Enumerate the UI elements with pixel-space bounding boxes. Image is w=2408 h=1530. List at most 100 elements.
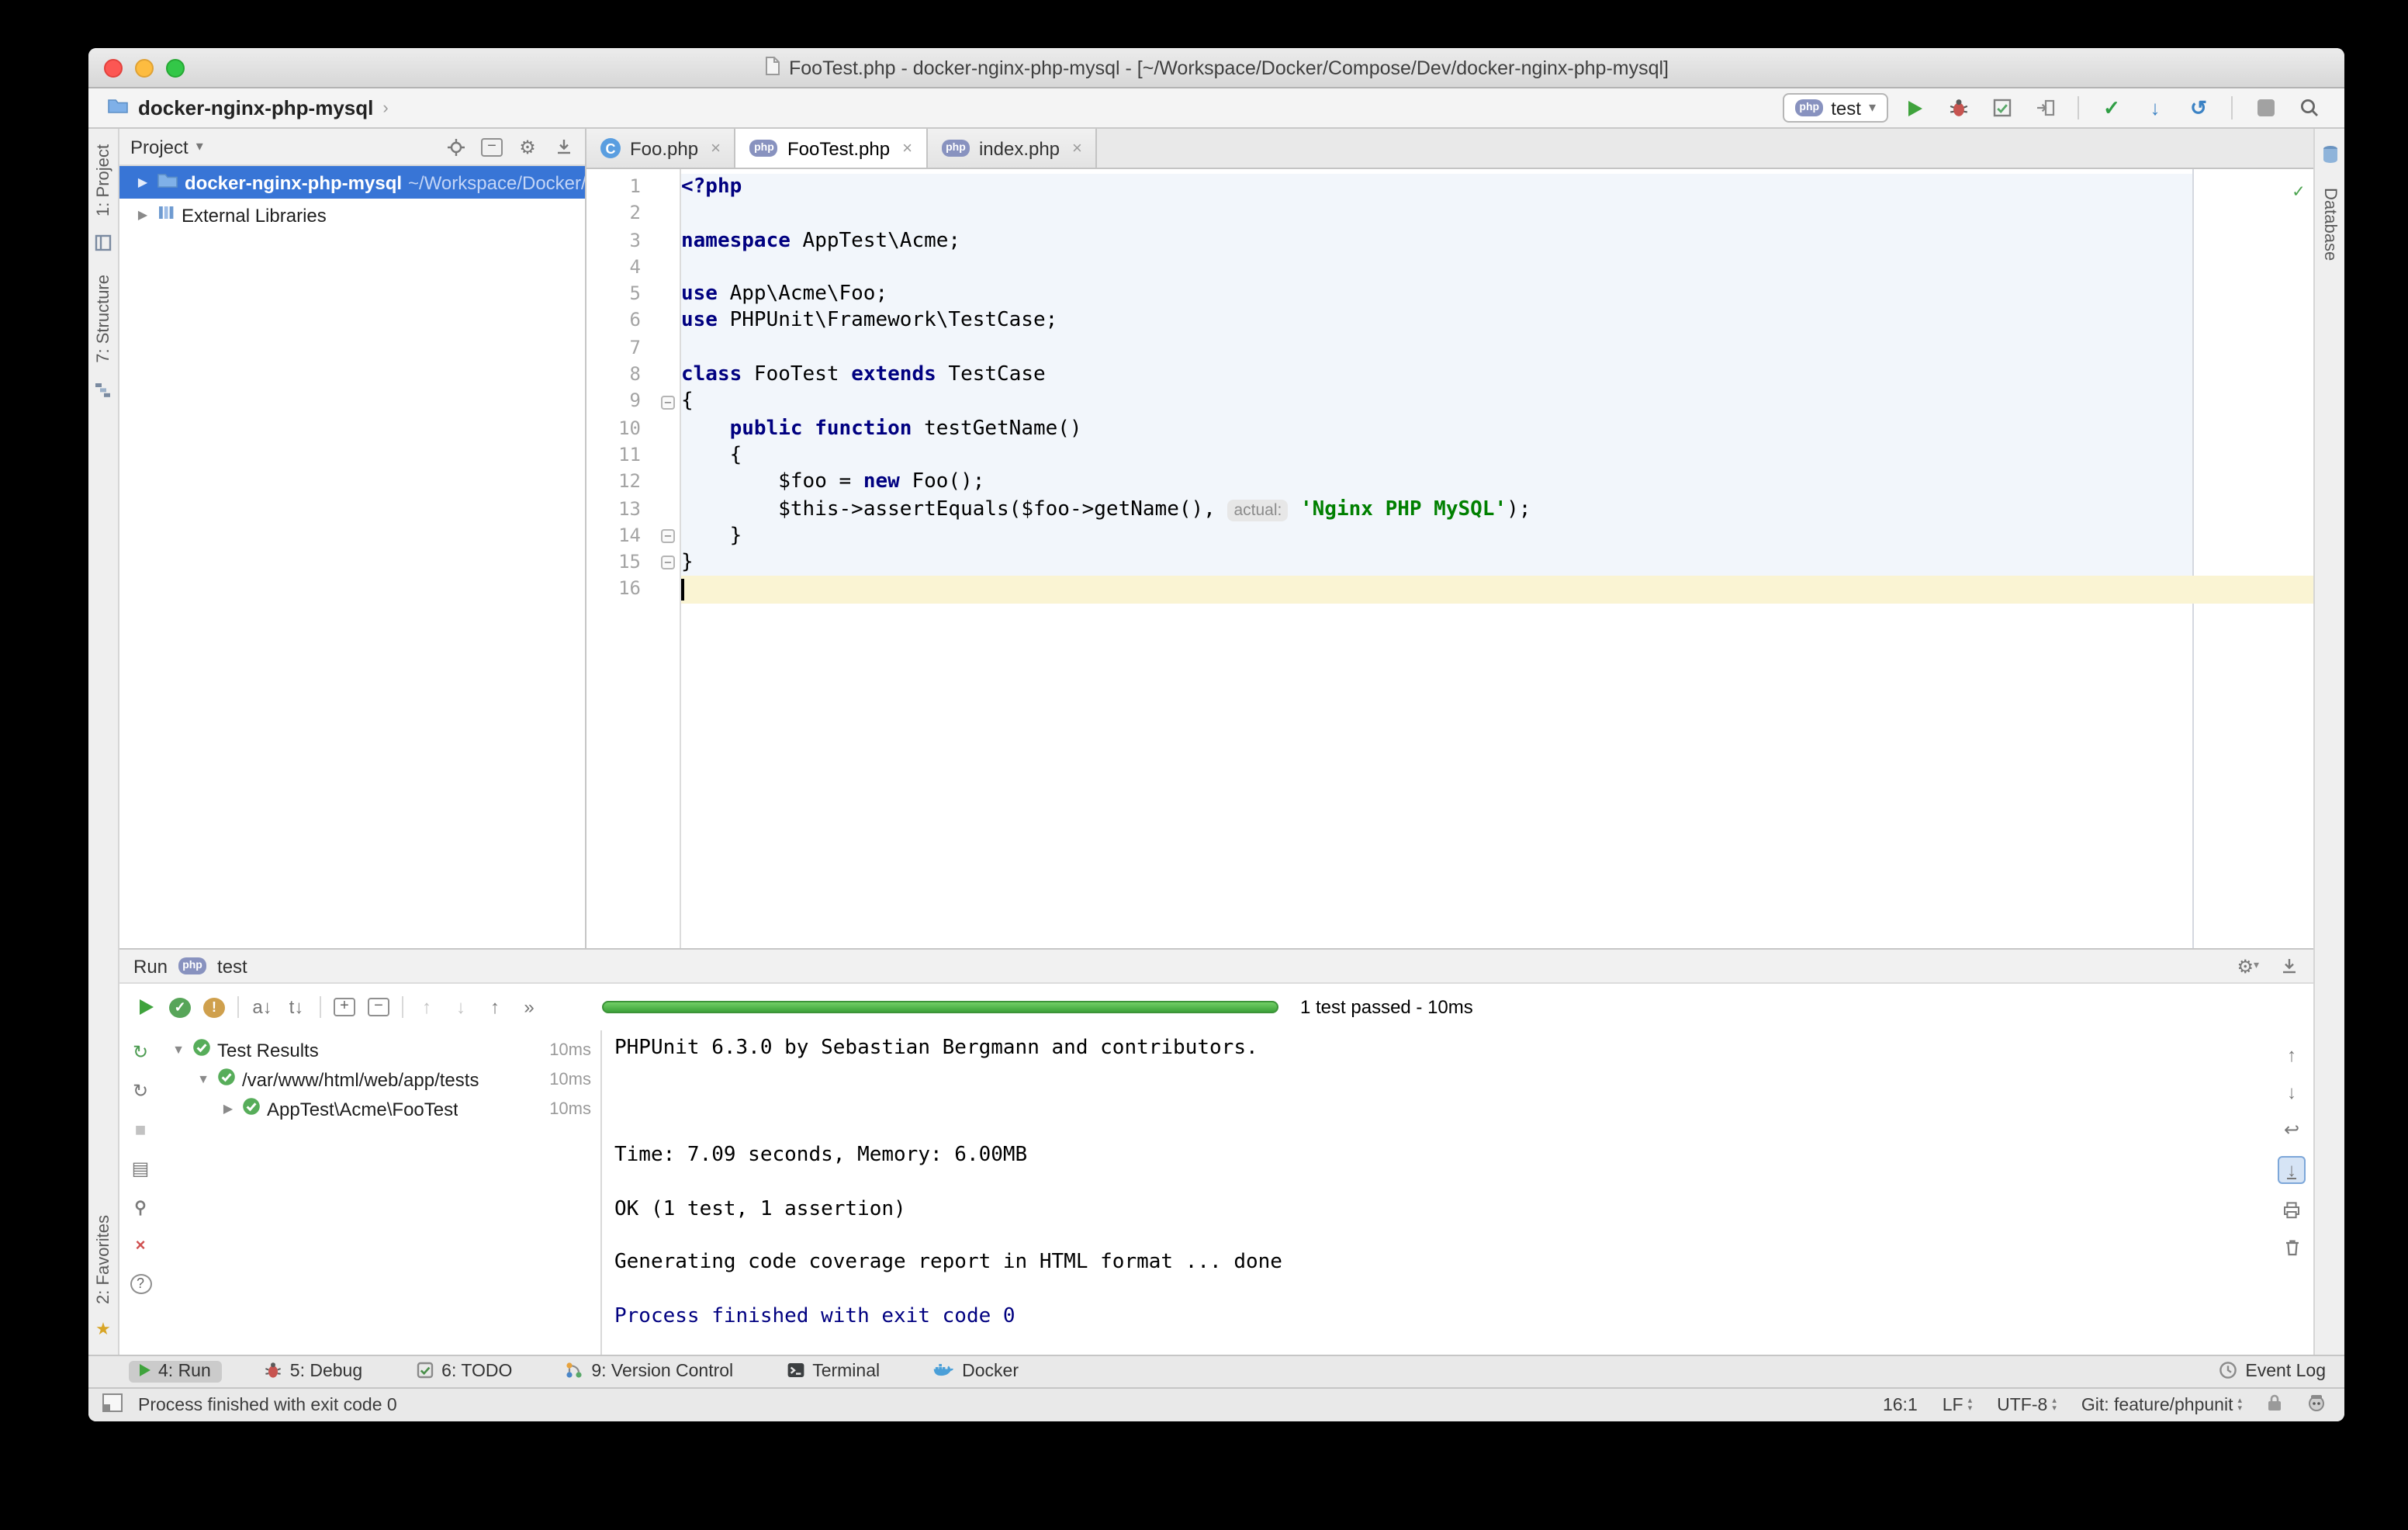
zoom-window-button[interactable]	[166, 58, 185, 77]
code-viewport[interactable]: <?phpnamespace AppTest\Acme;use App\Acme…	[681, 169, 2313, 948]
line-number[interactable]: 10	[586, 415, 656, 442]
expand-arrow-icon[interactable]: ▼	[195, 1072, 211, 1086]
debug-button[interactable]	[1941, 92, 1975, 123]
run-console[interactable]: PHPUnit 6.3.0 by Sebastian Bergmann and …	[602, 1030, 2270, 1355]
help-icon[interactable]: ?	[130, 1274, 151, 1294]
lock-icon[interactable]	[2267, 1393, 2282, 1417]
stop-icon[interactable]: ■	[130, 1119, 151, 1141]
vcs-update-button[interactable]: ↓	[2138, 92, 2172, 123]
fold-marker-icon[interactable]: −	[661, 529, 675, 543]
settings-gear-icon[interactable]: ⚙▾	[2237, 955, 2259, 977]
line-number[interactable]: 13	[586, 496, 656, 523]
inspection-status-icon[interactable]: ✓	[2293, 178, 2304, 206]
tool-window-button-database[interactable]: Database	[2320, 188, 2339, 261]
expand-arrow-icon[interactable]: ▶	[135, 208, 150, 222]
print-icon[interactable]	[2281, 1199, 2302, 1221]
tool-window-button-run[interactable]: 4: Run	[129, 1361, 222, 1383]
line-number[interactable]: 6	[586, 308, 656, 335]
line-number[interactable]: 5	[586, 281, 656, 308]
close-tab-icon[interactable]: ×	[902, 139, 912, 158]
show-ignored-icon[interactable]: !	[203, 997, 225, 1017]
line-number[interactable]: 15	[586, 549, 656, 576]
close-icon[interactable]: ×	[130, 1235, 151, 1257]
hide-panel-icon[interactable]	[2278, 955, 2299, 977]
line-number[interactable]: 1	[586, 174, 656, 201]
test-tree-row[interactable]: ▼/var/www/html/web/app/tests10ms	[161, 1064, 600, 1094]
next-failed-test-icon[interactable]: ↓	[450, 996, 472, 1018]
hide-panel-icon[interactable]	[552, 136, 574, 158]
fold-marker-icon[interactable]: −	[661, 395, 675, 409]
line-number[interactable]: 9	[586, 389, 656, 416]
line-separator-widget[interactable]: LF ▴▾	[1943, 1396, 1972, 1414]
rerun-tests-icon[interactable]	[135, 996, 157, 1018]
clear-console-icon[interactable]	[2281, 1237, 2302, 1258]
minimize-window-button[interactable]	[135, 58, 154, 77]
git-branch-widget[interactable]: Git: feature/phpunit ▴▾	[2081, 1396, 2242, 1414]
scroll-up-icon[interactable]: ↑	[2281, 1044, 2302, 1066]
expand-arrow-icon[interactable]: ▶	[135, 175, 150, 189]
rerun-icon[interactable]: ↻	[130, 1041, 151, 1063]
line-number[interactable]: 11	[586, 442, 656, 469]
expand-arrow-icon[interactable]: ▼	[171, 1043, 186, 1057]
more-icon[interactable]: »	[518, 996, 540, 1018]
settings-icon[interactable]: ⚙	[517, 136, 538, 158]
close-tab-icon[interactable]: ×	[1072, 139, 1082, 158]
pin-icon[interactable]	[130, 1196, 151, 1218]
collapse-all-icon[interactable]: −	[481, 137, 503, 156]
line-number[interactable]: 2	[586, 201, 656, 228]
tool-window-button-favorites[interactable]: 2: Favorites	[94, 1214, 112, 1303]
rerun-failed-icon[interactable]: ↻	[130, 1080, 151, 1102]
breadcrumb-project[interactable]: docker-nginx-php-mysql	[138, 96, 373, 119]
event-log-button[interactable]: Event Log	[2219, 1360, 2326, 1383]
soft-wrap-icon[interactable]: ↩	[2281, 1119, 2302, 1141]
sort-by-duration-icon[interactable]: t↓	[285, 996, 307, 1018]
editor-tab[interactable]: phpindex.php×	[928, 129, 1098, 168]
tool-window-button-docker[interactable]: Docker	[922, 1359, 1029, 1384]
breadcrumb[interactable]: docker-nginx-php-mysql ›	[107, 96, 389, 119]
tool-window-button-vcs[interactable]: 9: Version Control	[554, 1359, 744, 1385]
project-tree-row[interactable]: ▶External Libraries	[119, 199, 585, 231]
tool-window-button-debug[interactable]: 5: Debug	[253, 1359, 373, 1385]
tool-window-button-terminal[interactable]: Terminal	[775, 1359, 891, 1385]
line-number[interactable]: 14	[586, 523, 656, 550]
editor-tab[interactable]: CFoo.php×	[586, 129, 736, 168]
fold-marker-icon[interactable]: −	[661, 556, 675, 570]
test-tree-row[interactable]: ▼Test Results10ms	[161, 1035, 600, 1064]
scroll-to-end-icon[interactable]: ↓	[2278, 1156, 2306, 1184]
editor-tab[interactable]: phpFooTest.php×	[736, 129, 928, 168]
project-tree-row[interactable]: ▶docker-nginx-php-mysql ~/Workspace/Dock…	[119, 166, 585, 199]
tool-window-button-todo[interactable]: 6: TODO	[404, 1359, 523, 1385]
run-button[interactable]	[1898, 92, 1932, 123]
line-number[interactable]: 12	[586, 469, 656, 497]
collapse-all-icon[interactable]: −	[368, 998, 389, 1016]
tool-window-switcher-icon[interactable]	[102, 1393, 123, 1417]
chevron-down-icon[interactable]: ▾	[196, 138, 203, 155]
line-number[interactable]: 8	[586, 362, 656, 389]
run-configuration-select[interactable]: php test ▾	[1783, 93, 1888, 123]
line-number[interactable]: 7	[586, 335, 656, 362]
show-console-icon[interactable]: ▤	[130, 1158, 151, 1179]
caret-position-widget[interactable]: 16:1	[1883, 1396, 1918, 1414]
editor[interactable]: 123456789−1011121314−15−16 <?phpnamespac…	[586, 169, 2313, 948]
tool-window-button-structure[interactable]: 7: Structure	[94, 275, 112, 364]
test-history-icon[interactable]: ↑	[484, 996, 506, 1018]
line-number[interactable]: 3	[586, 227, 656, 254]
encoding-widget[interactable]: UTF-8 ▴▾	[1997, 1396, 2057, 1414]
tool-window-button-project[interactable]: 1: Project	[94, 144, 112, 216]
close-window-button[interactable]	[104, 58, 123, 77]
scroll-from-source-icon[interactable]	[445, 136, 467, 158]
expand-arrow-icon[interactable]: ▶	[220, 1102, 236, 1116]
attach-debugger-icon[interactable]	[2028, 92, 2062, 123]
search-everywhere-icon[interactable]	[2292, 92, 2326, 123]
scroll-down-icon[interactable]: ↓	[2281, 1082, 2302, 1103]
line-number[interactable]: 4	[586, 254, 656, 282]
test-tree-row[interactable]: ▶AppTest\Acme\FooTest10ms	[161, 1094, 600, 1123]
previous-failed-test-icon[interactable]: ↑	[416, 996, 438, 1018]
inspections-hector-icon[interactable]	[2307, 1393, 2326, 1417]
show-passed-icon[interactable]: ✓	[169, 997, 191, 1017]
stop-button[interactable]	[2248, 92, 2282, 123]
vcs-revert-button[interactable]: ↺	[2181, 92, 2216, 123]
expand-all-icon[interactable]: +	[334, 998, 355, 1016]
vcs-commit-button[interactable]: ✓	[2095, 92, 2129, 123]
run-with-coverage-button[interactable]	[1984, 92, 2019, 123]
